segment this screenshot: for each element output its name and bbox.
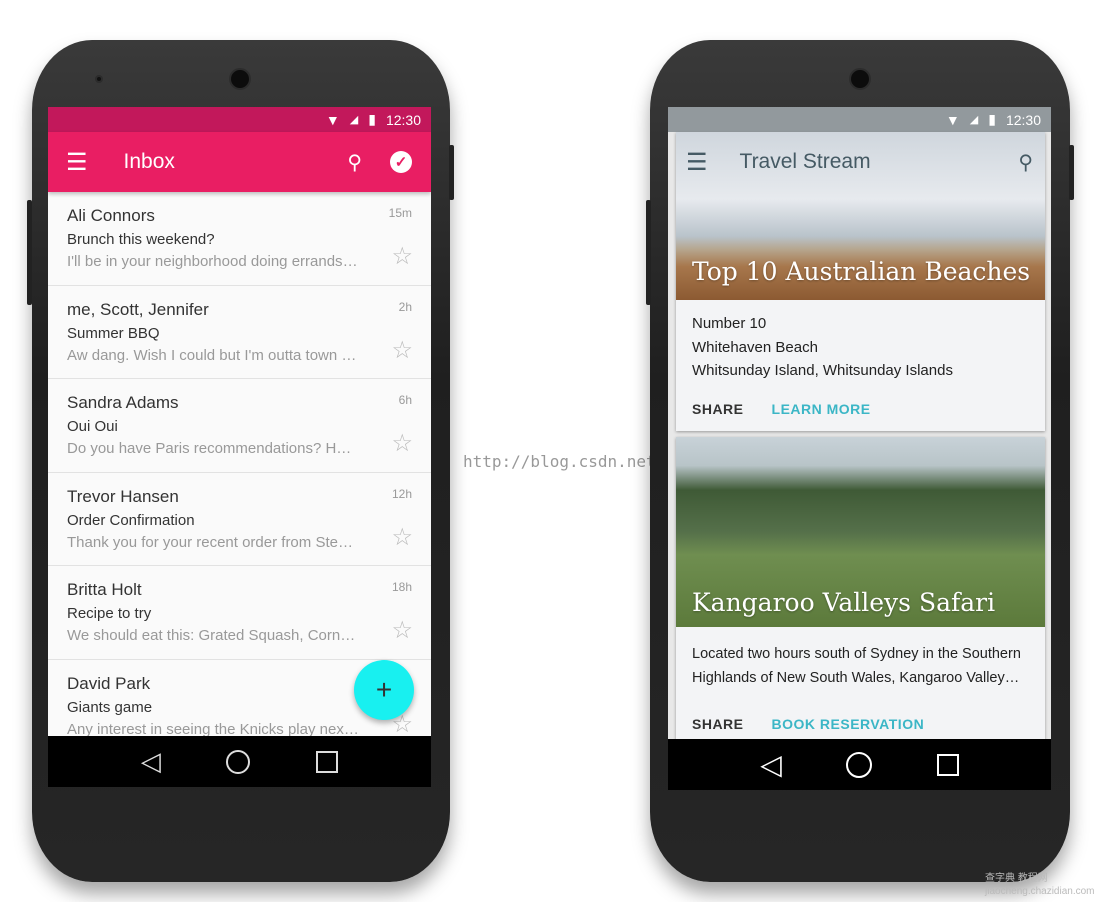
back-icon[interactable]: ◁ — [141, 746, 161, 777]
card-line: Whitehaven Beach — [692, 338, 818, 356]
email-preview: Aw dang. Wish I could but I'm outta town… — [67, 346, 357, 364]
book-reservation-button[interactable]: BOOK RESERVATION — [772, 716, 925, 732]
email-subject: Brunch this weekend? — [67, 231, 215, 248]
star-icon[interactable]: ☆ — [391, 242, 413, 271]
email-item[interactable]: Ali Connors Brunch this weekend? I'll be i… — [48, 192, 431, 286]
email-subject: Recipe to try — [67, 605, 152, 622]
home-icon[interactable] — [226, 749, 251, 774]
card-title: Top 10 Australian Beaches — [692, 257, 1031, 286]
page-title: Travel Stream — [739, 150, 871, 173]
email-item[interactable]: Britta Holt Recipe to try We should eat th… — [48, 566, 431, 660]
wifi-icon: ▼ — [325, 111, 340, 128]
back-icon[interactable]: ◁ — [760, 748, 782, 781]
email-subject: Order Confirmation — [67, 511, 195, 529]
status-bar: ▼ ◢ ▮ 12:30 — [48, 107, 431, 132]
volume-button — [646, 200, 651, 305]
star-icon[interactable]: ☆ — [391, 336, 413, 365]
wifi-icon: ▼ — [945, 111, 960, 128]
learn-more-button[interactable]: LEARN MORE — [772, 401, 871, 417]
share-button[interactable]: SHARE — [692, 716, 744, 732]
star-icon[interactable]: ☆ — [391, 616, 413, 645]
email-subject: Oui Oui — [67, 418, 118, 435]
recents-icon[interactable] — [316, 750, 339, 773]
email-sender: Sandra Adams — [67, 393, 179, 412]
email-item[interactable]: Trevor Hansen Order Confirmation Thank you… — [48, 473, 431, 566]
card-safari[interactable]: Kangaroo Valleys Safari Located two hour… — [676, 437, 1045, 757]
home-icon[interactable] — [846, 751, 873, 778]
signal-icon: ◢ — [349, 114, 359, 126]
front-camera — [95, 75, 103, 83]
card-line: Highlands of New South Wales, Kangaroo V… — [692, 669, 1020, 686]
power-button — [1069, 145, 1074, 200]
speaker — [229, 68, 251, 90]
email-item[interactable]: me, Scott, Jennifer Summer BBQ Aw dang. Wi… — [48, 286, 431, 379]
email-sender: me, Scott, Jennifer — [67, 299, 209, 319]
status-bar: ▼ ◢ ▮ 12:30 — [668, 107, 1051, 132]
email-sender: Britta Holt — [67, 580, 142, 599]
star-icon[interactable]: ☆ — [391, 429, 413, 458]
card-line: Whitsunday Island, Whitsunday Islands — [692, 362, 953, 379]
search-icon[interactable]: ⚲ — [1018, 150, 1033, 175]
nav-bar: ◁ — [668, 739, 1051, 790]
watermark-url: http://blog.csdn.net/ — [463, 452, 666, 471]
status-time: 12:30 — [1005, 111, 1041, 128]
email-time: 12h — [391, 486, 412, 501]
email-time: 18h — [391, 580, 412, 594]
battery-icon: ▮ — [988, 111, 996, 127]
email-preview: Thank you for your recent order from Ste… — [67, 533, 359, 551]
travel-toolbar: ☰ Travel Stream ⚲ — [668, 132, 1051, 192]
email-sender: Ali Connors — [67, 206, 155, 225]
card-line: Located two hours south of Sydney in the… — [692, 646, 1021, 662]
speaker — [849, 68, 871, 90]
inbox-toolbar: ☰ Inbox ⚲ ✓ — [48, 132, 431, 192]
inbox-screen: ▼ ◢ ▮ 12:30 ☰ Inbox ⚲ ✓ Ali Connors Brunc… — [48, 107, 431, 787]
email-time: 6h — [398, 393, 412, 407]
email-item[interactable]: Sandra Adams Oui Oui Do you have Paris rec… — [48, 379, 431, 473]
card-line: Number 10 — [692, 315, 767, 332]
email-time: 2h — [398, 299, 412, 314]
volume-button — [27, 200, 32, 305]
safari-image: Kangaroo Valleys Safari — [676, 437, 1045, 627]
email-sender: Trevor Hansen — [67, 486, 179, 506]
nav-bar: ◁ — [48, 736, 431, 787]
travel-screen: Top 10 Australian Beaches Number 10 Whit… — [668, 107, 1051, 790]
battery-icon: ▮ — [368, 111, 376, 127]
menu-icon[interactable]: ☰ — [686, 148, 708, 177]
email-preview: Any interest in seeing the Knicks play n… — [67, 720, 359, 738]
email-time: 15m — [388, 206, 412, 220]
card-title: Kangaroo Valleys Safari — [692, 588, 996, 617]
plus-icon: + — [375, 674, 393, 705]
check-circle-icon[interactable]: ✓ — [390, 151, 412, 173]
power-button — [449, 145, 454, 200]
menu-icon[interactable]: ☰ — [66, 148, 88, 177]
signal-icon: ◢ — [969, 114, 979, 126]
email-preview: We should eat this: Grated Squash, Corn,… — [67, 627, 359, 644]
search-icon[interactable]: ⚲ — [347, 150, 362, 175]
recents-icon[interactable] — [936, 753, 959, 776]
star-icon[interactable]: ☆ — [391, 523, 413, 552]
watermark-logo: 查字典 教程网 jiaocheng.chazidian.com — [985, 873, 1095, 897]
status-time: 12:30 — [385, 111, 421, 128]
email-preview: Do you have Paris recommendations? Have … — [67, 440, 359, 457]
compose-fab[interactable]: + — [354, 660, 414, 720]
email-subject: Summer BBQ — [67, 324, 160, 342]
page-title: Inbox — [123, 150, 175, 173]
share-button[interactable]: SHARE — [692, 401, 744, 417]
email-preview: I'll be in your neighborhood doing erran… — [67, 253, 359, 270]
